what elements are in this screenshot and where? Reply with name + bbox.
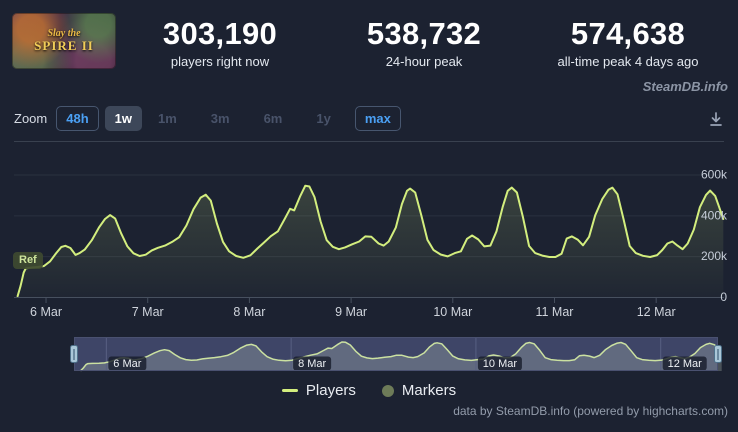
x-axis-label: 6 Mar — [30, 305, 62, 319]
legend-item-markers[interactable]: Markers — [382, 382, 456, 399]
x-axis-label: 9 Mar — [335, 305, 367, 319]
x-axis-label: 7 Mar — [132, 305, 164, 319]
legend-players-label: Players — [306, 382, 356, 399]
x-axis-label: 12 Mar — [637, 305, 676, 319]
legend-markers-label: Markers — [402, 382, 456, 399]
navigator-date-label: 6 Mar — [113, 358, 141, 370]
plot-area[interactable] — [14, 140, 724, 297]
navigator-date-label: 10 Mar — [483, 358, 518, 370]
steamdb-chart-page: Slay the Spire II 303,190 players right … — [0, 0, 738, 432]
x-axis-label: 11 Mar — [535, 305, 573, 319]
ref-annotation-badge[interactable]: Ref — [13, 252, 43, 269]
credits-link[interactable]: data by SteamDB.info (powered by highcha… — [453, 404, 728, 418]
x-axis-label: 10 Mar — [433, 305, 472, 319]
player-count-chart[interactable]: 6 Mar7 Mar8 Mar9 Mar10 Mar11 Mar12 Mar02… — [0, 0, 738, 432]
legend-item-players[interactable]: Players — [282, 382, 356, 399]
markers-dot-swatch-icon — [382, 385, 394, 397]
players-line-swatch-icon — [282, 389, 298, 392]
chart-legend: Players Markers — [0, 382, 738, 399]
navigator-date-label: 12 Mar — [668, 358, 703, 370]
x-axis-label: 8 Mar — [233, 305, 265, 319]
navigator-date-label: 8 Mar — [298, 358, 326, 370]
